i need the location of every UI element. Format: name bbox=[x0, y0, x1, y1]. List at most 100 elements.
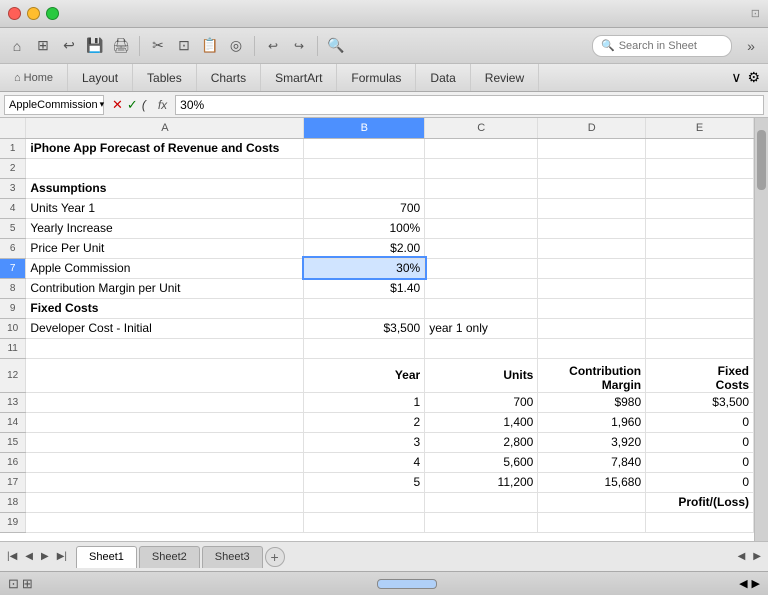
cell-A10[interactable]: Developer Cost - Initial bbox=[26, 318, 304, 338]
col-header-c[interactable]: C bbox=[425, 118, 538, 138]
cell-A14[interactable] bbox=[26, 412, 304, 432]
cell-A13[interactable] bbox=[26, 392, 304, 412]
cell-E18[interactable]: Profit/(Loss) bbox=[646, 492, 754, 512]
cell-E13[interactable]: $3,500 bbox=[646, 392, 754, 412]
col-header-d[interactable]: D bbox=[538, 118, 646, 138]
cell-D12[interactable]: ContributionMargin bbox=[538, 358, 646, 392]
col-header-b[interactable]: B bbox=[304, 118, 425, 138]
scrollbar-thumb[interactable] bbox=[757, 130, 766, 190]
cell-C17[interactable]: 11,200 bbox=[425, 472, 538, 492]
cell-A18[interactable] bbox=[26, 492, 304, 512]
cell-C8[interactable] bbox=[425, 278, 538, 298]
sheet-nav-first[interactable]: |◀ bbox=[4, 549, 20, 564]
cell-A19[interactable] bbox=[26, 512, 304, 532]
cell-D3[interactable] bbox=[538, 178, 646, 198]
cell-D19[interactable] bbox=[538, 512, 646, 532]
cell-B17[interactable]: 5 bbox=[304, 472, 425, 492]
cell-D15[interactable]: 3,920 bbox=[538, 432, 646, 452]
ribbon-chevron-icon[interactable]: ∨ bbox=[731, 69, 741, 86]
toolbar-home-icon[interactable]: ⌂ bbox=[6, 35, 28, 57]
name-box[interactable]: AppleCommission ▾ bbox=[4, 95, 104, 115]
tab-review[interactable]: Review bbox=[471, 64, 539, 91]
col-header-a[interactable]: A bbox=[26, 118, 304, 138]
layout-view-button[interactable]: ⊞ bbox=[22, 576, 33, 592]
cell-A7[interactable]: Apple Commission bbox=[26, 258, 304, 278]
cell-E3[interactable] bbox=[646, 178, 754, 198]
cell-B4[interactable]: 700 bbox=[304, 198, 425, 218]
ribbon-gear-icon[interactable]: ⚙ bbox=[747, 69, 760, 86]
cell-E10[interactable] bbox=[646, 318, 754, 338]
toolbar-paintbrush-icon[interactable]: ◎ bbox=[225, 35, 247, 57]
sheet-nav-next[interactable]: ▶ bbox=[38, 549, 52, 564]
cell-C7[interactable] bbox=[425, 258, 538, 278]
cell-D18[interactable] bbox=[538, 492, 646, 512]
resize-icon[interactable]: ⊡ bbox=[751, 7, 760, 20]
cell-D16[interactable]: 7,840 bbox=[538, 452, 646, 472]
cell-C13[interactable]: 700 bbox=[425, 392, 538, 412]
window-controls[interactable] bbox=[8, 7, 59, 20]
cell-D5[interactable] bbox=[538, 218, 646, 238]
cell-E2[interactable] bbox=[646, 158, 754, 178]
cell-D1[interactable] bbox=[538, 138, 646, 158]
add-sheet-button[interactable]: + bbox=[265, 547, 285, 567]
formula-input[interactable] bbox=[175, 95, 764, 115]
tab-data[interactable]: Data bbox=[416, 64, 470, 91]
cell-A2[interactable] bbox=[26, 158, 304, 178]
cell-D9[interactable] bbox=[538, 298, 646, 318]
scroll-indicator[interactable] bbox=[377, 579, 437, 589]
cell-D13[interactable]: $980 bbox=[538, 392, 646, 412]
cell-C14[interactable]: 1,400 bbox=[425, 412, 538, 432]
cell-B6[interactable]: $2.00 bbox=[304, 238, 425, 258]
cell-E8[interactable] bbox=[646, 278, 754, 298]
col-header-e[interactable]: E bbox=[646, 118, 754, 138]
cell-B11[interactable] bbox=[304, 338, 425, 358]
toolbar-more-icon[interactable]: » bbox=[740, 35, 762, 57]
sheet-tab-3[interactable]: Sheet3 bbox=[202, 546, 263, 568]
cell-D17[interactable]: 15,680 bbox=[538, 472, 646, 492]
cell-C16[interactable]: 5,600 bbox=[425, 452, 538, 472]
cell-B15[interactable]: 3 bbox=[304, 432, 425, 452]
cell-D10[interactable] bbox=[538, 318, 646, 338]
cell-B13[interactable]: 1 bbox=[304, 392, 425, 412]
tab-layout[interactable]: Layout bbox=[68, 64, 133, 91]
sheet-nav-prev[interactable]: ◀ bbox=[22, 549, 36, 564]
sheet-tab-1[interactable]: Sheet1 bbox=[76, 546, 137, 568]
toolbar-grid-icon[interactable]: ⊞ bbox=[32, 35, 54, 57]
cell-C2[interactable] bbox=[425, 158, 538, 178]
cell-C4[interactable] bbox=[425, 198, 538, 218]
cell-B12[interactable]: Year bbox=[304, 358, 425, 392]
cell-B16[interactable]: 4 bbox=[304, 452, 425, 472]
cell-D6[interactable] bbox=[538, 238, 646, 258]
cell-D4[interactable] bbox=[538, 198, 646, 218]
cell-C9[interactable] bbox=[425, 298, 538, 318]
cell-E4[interactable] bbox=[646, 198, 754, 218]
cell-E11[interactable] bbox=[646, 338, 754, 358]
cell-A9[interactable]: Fixed Costs bbox=[26, 298, 304, 318]
cell-B10[interactable]: $3,500 bbox=[304, 318, 425, 338]
search-input[interactable] bbox=[619, 40, 723, 52]
cell-C19[interactable] bbox=[425, 512, 538, 532]
cell-B1[interactable] bbox=[304, 138, 425, 158]
tab-charts[interactable]: Charts bbox=[197, 64, 261, 91]
toolbar-magnify-icon[interactable]: 🔍 bbox=[325, 35, 347, 57]
cell-E14[interactable]: 0 bbox=[646, 412, 754, 432]
cell-C3[interactable] bbox=[425, 178, 538, 198]
toolbar-undo2-icon[interactable]: ↩ bbox=[262, 35, 284, 57]
cell-E19[interactable] bbox=[646, 512, 754, 532]
toolbar-save-icon[interactable]: 💾 bbox=[84, 35, 106, 57]
formula-cancel-icon[interactable]: ✕ bbox=[112, 97, 123, 113]
toolbar-redo-icon[interactable]: ↪ bbox=[288, 35, 310, 57]
cell-A15[interactable] bbox=[26, 432, 304, 452]
cell-B3[interactable] bbox=[304, 178, 425, 198]
cell-A3[interactable]: Assumptions bbox=[26, 178, 304, 198]
cell-A6[interactable]: Price Per Unit bbox=[26, 238, 304, 258]
cell-A17[interactable] bbox=[26, 472, 304, 492]
cell-E6[interactable] bbox=[646, 238, 754, 258]
cell-C11[interactable] bbox=[425, 338, 538, 358]
sheet-nav-last[interactable]: ▶| bbox=[54, 549, 70, 564]
tab-formulas[interactable]: Formulas bbox=[337, 64, 416, 91]
cell-C15[interactable]: 2,800 bbox=[425, 432, 538, 452]
cell-A4[interactable]: Units Year 1 bbox=[26, 198, 304, 218]
cell-E5[interactable] bbox=[646, 218, 754, 238]
cell-E1[interactable] bbox=[646, 138, 754, 158]
